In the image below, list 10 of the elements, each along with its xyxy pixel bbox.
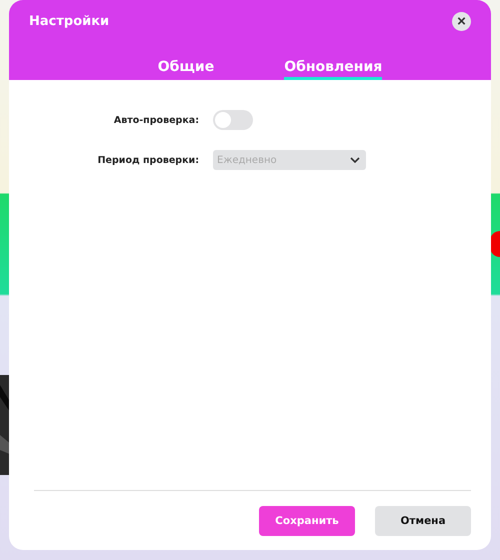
- save-button[interactable]: Сохранить: [259, 506, 355, 536]
- toggle-switch[interactable]: [213, 110, 253, 130]
- tab[interactable]: Обновления: [284, 59, 382, 80]
- setting-label: Период проверки:: [96, 154, 199, 166]
- close-button[interactable]: ×: [452, 12, 471, 30]
- window-title: Настройки: [29, 14, 110, 28]
- cancel-button[interactable]: Отмена: [375, 506, 471, 536]
- setting-label: Авто-проверка:: [112, 114, 199, 126]
- chevron-down-icon: [350, 157, 360, 163]
- tab[interactable]: Общие: [158, 59, 214, 80]
